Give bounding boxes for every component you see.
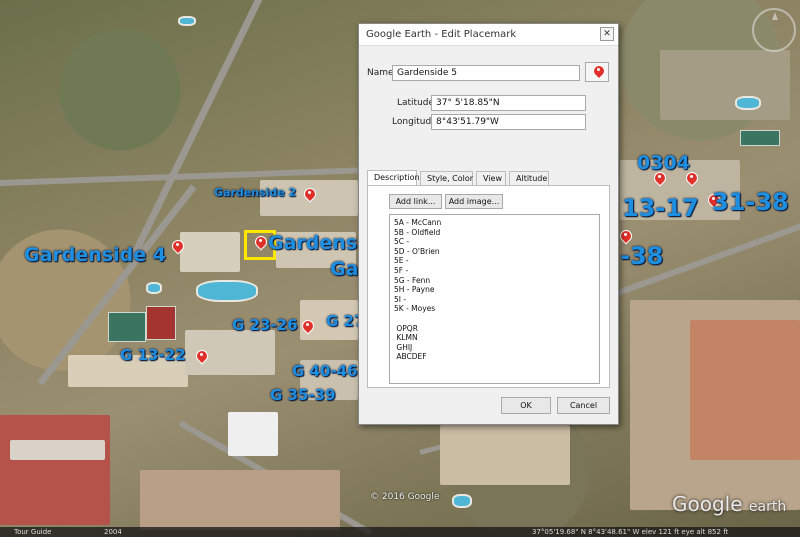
description-textarea[interactable]: 5A - McCann 5B - Oldfield 5C -5D - O'Brien… — [389, 214, 600, 384]
watermark-earth: earth — [748, 499, 787, 515]
map-building — [440, 425, 570, 485]
swimming-pool — [196, 280, 258, 302]
close-button[interactable]: ✕ — [600, 27, 614, 41]
tennis-court — [146, 306, 176, 340]
map-label-g-23-26[interactable]: G 23-26 — [232, 316, 298, 334]
map-label-38[interactable]: -38 — [620, 242, 663, 270]
dialog-titlebar[interactable]: Google Earth - Edit Placemark ✕ — [359, 24, 618, 46]
placemark-pin-icon — [593, 65, 603, 79]
map-label-g-35-39[interactable]: G 35-39 — [270, 386, 336, 404]
description-line: 5I - — [394, 294, 407, 304]
map-building — [690, 320, 800, 460]
map-building — [0, 415, 110, 525]
description-line: OPQR — [394, 323, 418, 333]
description-line: ABCDEF — [394, 352, 427, 362]
map-road — [126, 0, 278, 266]
map-label-gardenside-selected[interactable]: Gardensi — [268, 232, 364, 254]
tab-view[interactable]: View — [476, 171, 506, 185]
longitude-input[interactable]: 8°43'51.79"W — [431, 114, 586, 130]
add-link-button[interactable]: Add link... — [389, 194, 442, 209]
name-input[interactable]: Gardenside 5 — [392, 65, 580, 81]
swimming-pool — [146, 282, 162, 294]
description-line: 5H - Payne — [394, 285, 435, 295]
description-line: 5F - — [394, 265, 409, 275]
tennis-court — [108, 312, 146, 342]
tour-guide-label[interactable]: Tour Guide — [14, 527, 51, 537]
map-label-ga[interactable]: Ga — [330, 258, 358, 280]
description-line: 5C - — [394, 237, 410, 247]
status-bar: Tour Guide 2004 37°05'19.68" N 8°43'48.6… — [0, 527, 800, 537]
dialog-title: Google Earth - Edit Placemark — [366, 29, 517, 40]
placemark-pin-icon[interactable] — [196, 350, 206, 364]
navigation-compass-icon[interactable] — [752, 8, 796, 52]
swimming-pool — [735, 96, 761, 110]
map-building — [140, 470, 340, 530]
placemark-pin-icon[interactable] — [304, 188, 314, 202]
description-line: 5D - O'Brien — [394, 246, 440, 256]
description-line: 5A - McCann — [394, 218, 442, 227]
description-line: KLMN — [394, 333, 418, 343]
ok-button[interactable]: OK — [501, 397, 551, 414]
map-label-gardenside-4[interactable]: Gardenside 4 — [24, 244, 166, 266]
placemark-pin-icon[interactable] — [302, 320, 312, 334]
description-line: GHIJ — [394, 342, 413, 352]
placemark-pin-icon[interactable] — [686, 172, 696, 186]
description-line: 5B - Oldfield — [394, 227, 441, 237]
tennis-court — [740, 130, 780, 146]
map-label-g-13-22[interactable]: G 13-22 — [120, 346, 186, 364]
imagery-year: 2004 — [104, 528, 122, 536]
description-panel: Add link... Add image... 5A - McCann 5B -… — [367, 185, 610, 388]
placemark-icon-button[interactable] — [585, 62, 609, 82]
tab-style-color[interactable]: Style, Color — [420, 171, 473, 185]
watermark-google: Google — [672, 492, 743, 516]
map-label-gardenside-2[interactable]: Gardenside 2 — [214, 186, 296, 199]
map-label-31-38[interactable]: 31-38 — [712, 188, 789, 216]
map-label-13-17[interactable]: 13-17 — [622, 194, 699, 222]
map-building — [10, 440, 105, 460]
swimming-pool — [452, 494, 472, 508]
map-label-g-40-46[interactable]: G 40-46 — [292, 362, 358, 380]
map-building — [660, 50, 790, 120]
placemark-pin-icon[interactable] — [255, 236, 265, 250]
description-line — [394, 314, 595, 324]
tab-description[interactable]: Description — [367, 170, 420, 185]
description-line: 5G - Fenn — [394, 275, 431, 285]
tab-altitude[interactable]: Altitude — [509, 171, 549, 185]
map-building — [180, 232, 240, 272]
map-copyright: © 2016 Google — [370, 492, 440, 502]
description-line: 5E - — [394, 256, 409, 266]
coordinates-readout: 37°05'19.68" N 8°43'48.61" W elev 121 ft… — [532, 528, 729, 536]
map-building — [228, 412, 278, 456]
placemark-pin-icon[interactable] — [172, 240, 182, 254]
description-line: 5K - Moyes — [394, 304, 436, 314]
google-earth-watermark: Google earth — [672, 492, 786, 516]
latitude-input[interactable]: 37° 5'18.85"N — [431, 95, 586, 111]
placemark-pin-icon[interactable] — [654, 172, 664, 186]
add-image-button[interactable]: Add image... — [445, 194, 503, 209]
cancel-button[interactable]: Cancel — [557, 397, 610, 414]
swimming-pool — [178, 16, 196, 26]
map-label-0304[interactable]: 0304 — [637, 152, 690, 174]
edit-placemark-dialog: Google Earth - Edit Placemark ✕ Name: Ga… — [358, 23, 619, 425]
